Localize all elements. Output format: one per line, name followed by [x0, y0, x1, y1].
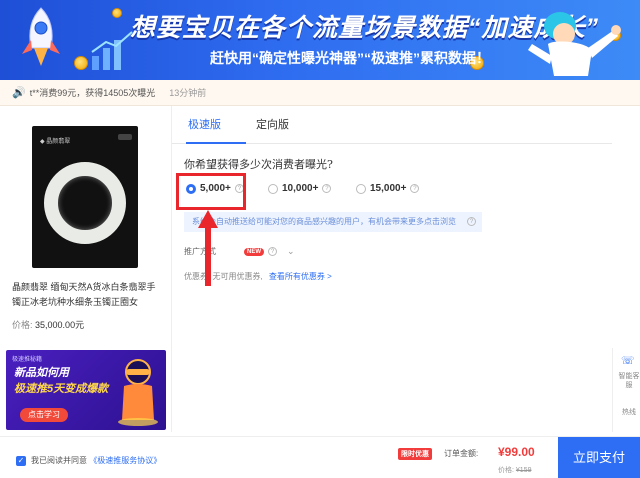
pay-now-button[interactable]: 立即支付	[558, 437, 640, 478]
agreement-link[interactable]: 《极速推服务协议》	[89, 456, 161, 465]
radio-button[interactable]	[356, 183, 366, 194]
exposure-question: 你希望获得多少次消费者曝光?	[184, 158, 333, 171]
coin-icon	[112, 8, 122, 18]
ad-line-1: 新品如何用	[14, 367, 69, 379]
smart-service-label[interactable]: 智能客服	[617, 372, 640, 390]
active-tab-indicator	[186, 142, 246, 144]
option-15000[interactable]: 15,000+ ?	[356, 183, 420, 194]
original-price-label: 价格:	[498, 467, 514, 474]
original-price: 价格: ¥159	[498, 465, 531, 475]
astronaut-illustration	[118, 359, 158, 426]
radio-button[interactable]	[268, 183, 278, 194]
banner-title: 想要宝贝在各个流量场景数据“加速成长”	[130, 14, 600, 42]
agree-checkbox[interactable]: ✓	[16, 456, 26, 466]
ad-tag: 极速推秘籍	[12, 357, 43, 363]
agree-text: 我已阅读并同意 《极速推服务协议》	[31, 455, 161, 466]
rocket-icon	[22, 7, 60, 66]
coin-icon	[74, 56, 88, 70]
help-icon[interactable]: ?	[467, 217, 476, 226]
shop-logo: ◆ 晶颜翡翠	[40, 139, 71, 145]
order-amount: ¥99.00	[498, 445, 535, 459]
notice-message: t**消费99元，获得14505次曝光	[29, 88, 156, 98]
growth-chart-icon	[91, 31, 133, 70]
option-label: 10,000+	[282, 183, 319, 194]
banner-subtitle: 赶快用“确定性曝光神器”“极速推”累积数据！	[210, 50, 490, 66]
option-10000[interactable]: 10,000+ ?	[268, 183, 332, 194]
support-sidebar: ☏ 智能客服 热线	[612, 348, 640, 432]
hotline-label[interactable]: 热线	[617, 408, 640, 417]
checkout-footer: ✓ 我已阅读并同意 《极速推服务协议》 限时优惠 订单金额: ¥99.00 价格…	[0, 436, 640, 478]
agree-label: 我已阅读并同意	[31, 456, 87, 465]
info-strip: 系统会自动推送给可能对您的商品感兴趣的用户，有机会带来更多点击浏览 ?	[184, 212, 482, 232]
tab-targeted[interactable]: 定向版	[256, 116, 289, 132]
product-price-label: 价格:	[12, 320, 33, 330]
image-badge	[118, 134, 132, 140]
coupon-label: 优惠券: 无可用优惠券,	[184, 272, 263, 281]
page: 想要宝贝在各个流量场景数据“加速成长” 赶快用“确定性曝光神器”“极速推”累积数…	[0, 0, 640, 478]
jade-bangle-image	[44, 162, 126, 244]
product-title: 晶颜翡翠 缅甸天然A货冰白条翡翠手镯正冰老坑种水细条玉镯正圈女	[12, 282, 156, 307]
original-price-value: ¥159	[515, 467, 532, 474]
help-icon[interactable]: ?	[322, 184, 332, 193]
product-image: ◆ 晶颜翡翠	[32, 126, 138, 268]
notice-time: 13分钟前	[169, 88, 207, 98]
highlight-box	[176, 173, 246, 210]
view-coupons-link[interactable]: 查看所有优惠券 >	[269, 272, 332, 281]
help-icon[interactable]: ?	[268, 247, 277, 256]
promo-banner[interactable]: 想要宝贝在各个流量场景数据“加速成长” 赶快用“确定性曝光神器”“极速推”累积数…	[0, 0, 640, 80]
new-badge: NEW	[244, 247, 264, 256]
info-text: 系统会自动推送给可能对您的商品感兴趣的用户，有机会带来更多点击浏览	[192, 217, 456, 226]
chevron-down-icon[interactable]: ⌄	[287, 246, 295, 257]
learn-button[interactable]: 点击学习	[20, 408, 68, 422]
learn-ad-banner[interactable]: 极速推秘籍 新品如何用 极速推5天变成爆款 点击学习	[6, 350, 166, 430]
limited-offer-badge: 限时优惠	[398, 448, 432, 460]
headset-icon[interactable]: ☏	[621, 354, 635, 367]
product-panel: ◆ 晶颜翡翠 晶颜翡翠 缅甸天然A货冰白条翡翠手镯正冰老坑种水细条玉镯正圈女 价…	[0, 106, 172, 432]
red-arrow-up-icon	[198, 210, 218, 286]
ad-line-2: 极速推5天变成爆款	[14, 383, 109, 395]
product-price-value: 35,000.00元	[35, 320, 85, 330]
mascot-illustration	[528, 12, 621, 76]
speaker-icon: 🔊	[12, 87, 26, 99]
consumption-notice: 🔊 t**消费99元，获得14505次曝光 13分钟前	[0, 80, 640, 106]
product-price: 价格: 35,000.00元	[12, 318, 84, 331]
help-icon[interactable]: ?	[410, 184, 420, 193]
order-amount-label: 订单金额:	[444, 449, 479, 458]
version-tabs: 极速版 定向版	[172, 106, 612, 144]
tab-express[interactable]: 极速版	[188, 116, 221, 132]
option-label: 15,000+	[370, 183, 407, 194]
